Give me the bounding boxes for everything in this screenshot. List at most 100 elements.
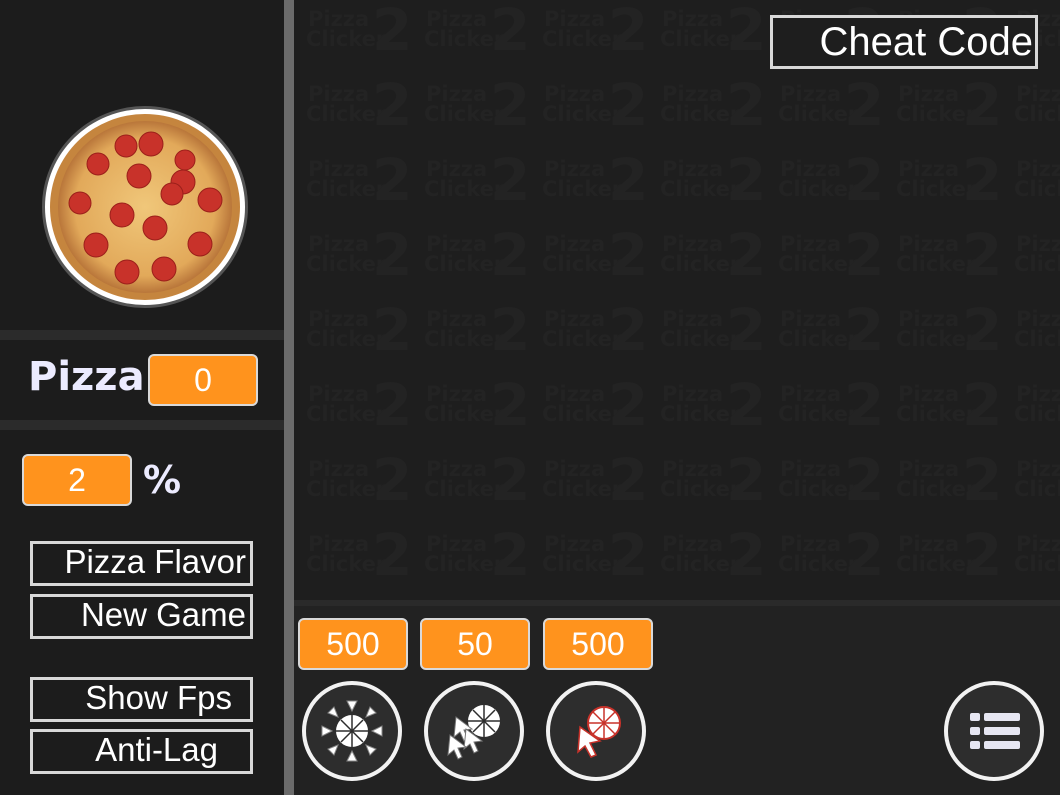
- tile-text-number: 2: [962, 71, 1003, 139]
- tile-text-number: 2: [726, 521, 767, 589]
- background-tile: PizzaClicker2: [892, 373, 1004, 449]
- cursor-pizza-icon: [577, 706, 621, 758]
- list-menu-button[interactable]: [944, 681, 1044, 781]
- new-game-button[interactable]: New Game: [30, 594, 253, 639]
- vertical-divider: [284, 0, 294, 795]
- tile-text-number: 2: [608, 71, 649, 139]
- upgrade-cost-3: 500: [543, 618, 653, 670]
- background-tile: PizzaClicker2: [420, 448, 532, 524]
- tile-text-line2: Clicker: [1014, 552, 1060, 576]
- background-tile: PizzaClicker2: [302, 448, 414, 524]
- tile-text-number: 2: [372, 521, 413, 589]
- background-tile: PizzaClicker2: [1010, 454, 1060, 524]
- background-tile: PizzaClicker2: [538, 448, 650, 524]
- tile-text-number: 2: [608, 0, 649, 64]
- tile-text-line2: Clicker: [1014, 252, 1060, 276]
- show-fps-button[interactable]: Show Fps: [30, 677, 253, 722]
- anti-lag-button[interactable]: Anti-Lag: [30, 729, 253, 774]
- percent-value: 2: [22, 454, 132, 506]
- background-tile: PizzaClicker2: [774, 523, 886, 599]
- tile-text-number: 2: [608, 221, 649, 289]
- tile-text-number: 2: [490, 71, 531, 139]
- background-tile: PizzaClicker2: [538, 523, 650, 599]
- background-tile: PizzaClicker2: [538, 373, 650, 449]
- background-tile: PizzaClicker2: [892, 148, 1004, 224]
- pizza-flavor-button[interactable]: Pizza Flavor: [30, 541, 253, 586]
- background-tile: PizzaClicker2: [656, 73, 768, 149]
- background-tile: PizzaClicker2: [1010, 379, 1060, 449]
- background-tile: PizzaClicker2: [302, 298, 414, 374]
- background-tile: PizzaClicker2: [774, 73, 886, 149]
- tile-text-number: 2: [726, 146, 767, 214]
- background-tile: PizzaClicker2: [774, 298, 886, 374]
- background-tile: PizzaClicker2: [656, 148, 768, 224]
- upgrade-cost-1: 500: [298, 618, 408, 670]
- tile-text-number: 2: [726, 71, 767, 139]
- tile-text-number: 2: [844, 446, 885, 514]
- background-tile: PizzaClicker2: [420, 373, 532, 449]
- background-tile: PizzaClicker2: [892, 73, 1004, 149]
- percent-symbol: %: [143, 458, 182, 502]
- background-tile: PizzaClicker2: [1010, 529, 1060, 599]
- background-tile: PizzaClicker2: [302, 0, 414, 74]
- background-tile: PizzaClicker2: [302, 223, 414, 299]
- background-tile: PizzaClicker2: [656, 523, 768, 599]
- tile-text-line2: Clicker: [1014, 402, 1060, 426]
- background-tile: PizzaClicker2: [1010, 79, 1060, 149]
- background-tile: PizzaClicker2: [774, 373, 886, 449]
- pepperoni-pizza-icon[interactable]: [40, 104, 250, 310]
- tile-text-number: 2: [490, 446, 531, 514]
- background-tile: PizzaClicker2: [538, 0, 650, 74]
- tile-text-number: 2: [962, 521, 1003, 589]
- divider: [0, 420, 284, 430]
- tile-text-number: 2: [490, 371, 531, 439]
- tile-text-number: 2: [372, 0, 413, 64]
- background-tile: PizzaClicker2: [420, 523, 532, 599]
- background-tile: PizzaClicker2: [892, 223, 1004, 299]
- background-tile: PizzaClicker2: [538, 73, 650, 149]
- cheat-code-button[interactable]: Cheat Code: [770, 15, 1038, 69]
- background-tile: PizzaClicker2: [1010, 154, 1060, 224]
- cursor-upgrade-button[interactable]: [546, 681, 646, 781]
- list-menu-icon: [970, 713, 1020, 749]
- tile-text-number: 2: [372, 71, 413, 139]
- background-tile: PizzaClicker2: [656, 373, 768, 449]
- tile-text-number: 2: [962, 296, 1003, 364]
- tile-text-number: 2: [372, 446, 413, 514]
- background-tile: PizzaClicker2: [656, 0, 768, 74]
- tile-text-number: 2: [372, 221, 413, 289]
- tile-text-number: 2: [372, 296, 413, 364]
- multi-cursor-pizza-icon: [447, 705, 500, 760]
- upgrade-cost-2: 50: [420, 618, 530, 670]
- background-tile: PizzaClicker2: [538, 223, 650, 299]
- tile-text-number: 2: [962, 446, 1003, 514]
- background-tile: PizzaClicker2: [302, 73, 414, 149]
- tile-text-number: 2: [608, 296, 649, 364]
- tile-text-line2: Clicker: [1014, 102, 1060, 126]
- tile-text-number: 2: [372, 371, 413, 439]
- divider: [0, 330, 284, 340]
- tile-text-number: 2: [962, 371, 1003, 439]
- tile-text-number: 2: [490, 521, 531, 589]
- pizza-click-area[interactable]: [0, 0, 284, 330]
- tile-text-number: 2: [608, 521, 649, 589]
- tile-text-number: 2: [844, 371, 885, 439]
- tile-text-number: 2: [608, 446, 649, 514]
- pizza-counter-label: Pizza: [28, 354, 145, 400]
- tile-text-number: 2: [726, 371, 767, 439]
- tile-text-line2: Clicker: [1014, 477, 1060, 501]
- tile-text-number: 2: [844, 146, 885, 214]
- pizza-count-value: 0: [148, 354, 258, 406]
- multi-cursor-upgrade-button[interactable]: [424, 681, 524, 781]
- upgrades-bar: 500 50 500: [294, 600, 1060, 795]
- tile-text-number: 2: [726, 0, 767, 64]
- tile-text-number: 2: [726, 446, 767, 514]
- tile-text-number: 2: [490, 0, 531, 64]
- background-tile: PizzaClicker2: [656, 223, 768, 299]
- background-tile: PizzaClicker2: [302, 148, 414, 224]
- tile-text-number: 2: [844, 71, 885, 139]
- background-tile: PizzaClicker2: [656, 448, 768, 524]
- auto-click-upgrade-button[interactable]: [302, 681, 402, 781]
- background-tile: PizzaClicker2: [420, 0, 532, 74]
- tile-text-number: 2: [962, 221, 1003, 289]
